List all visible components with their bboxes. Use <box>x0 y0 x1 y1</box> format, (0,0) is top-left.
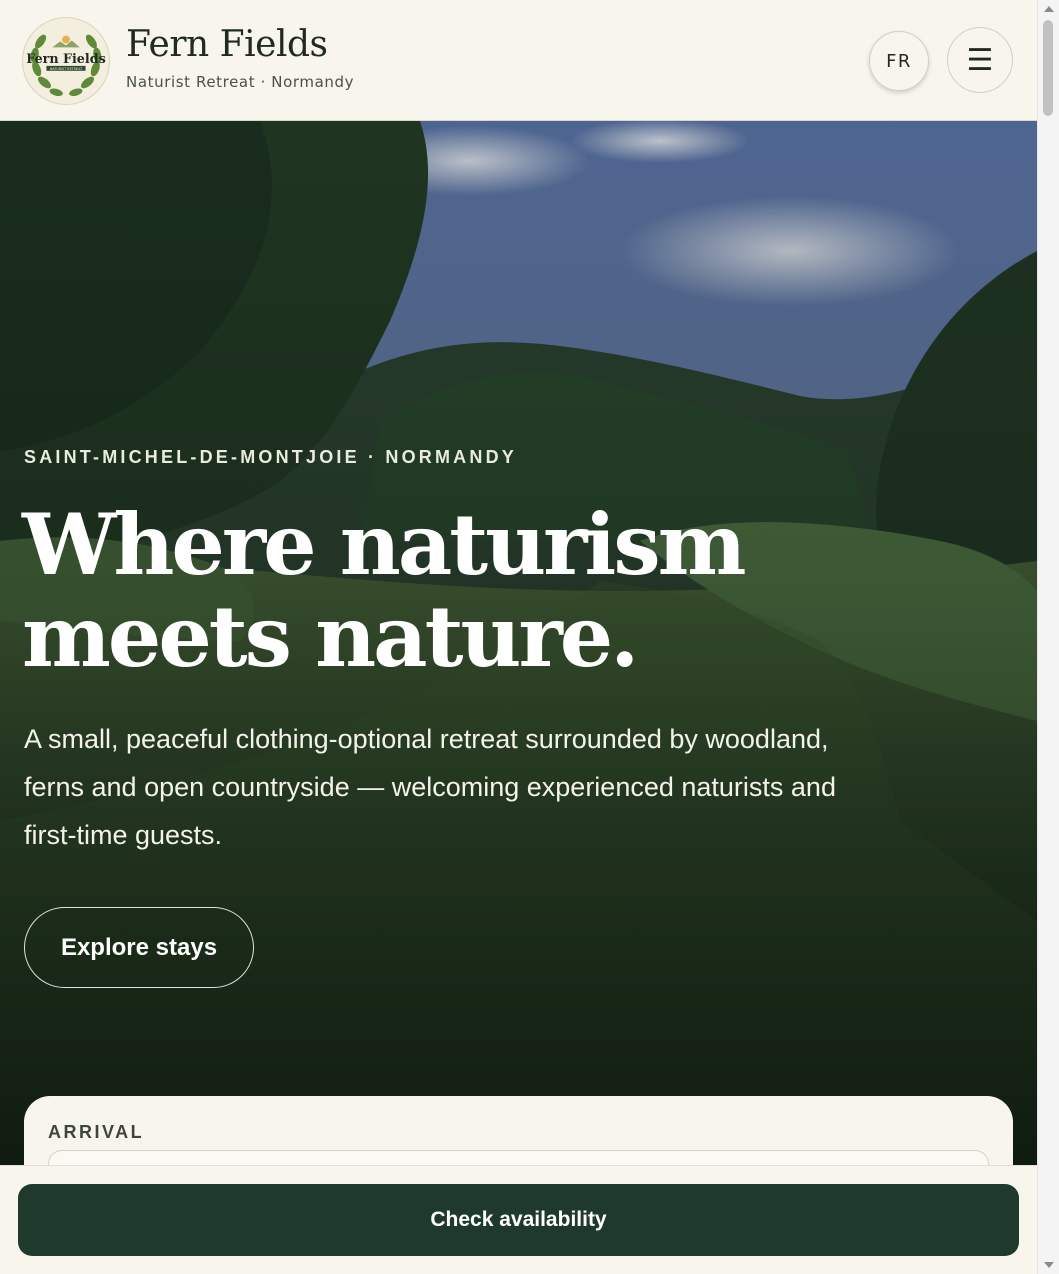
hero-headline: Where naturism meets nature. <box>22 499 842 683</box>
site-header: Fern Fields NATURIST RETREAT Fern Fields… <box>0 0 1037 121</box>
language-toggle-button[interactable]: FR <box>869 31 929 91</box>
hero-location-eyebrow: SAINT-MICHEL-DE-MONTJOIE · NORMANDY <box>24 447 517 467</box>
page-scrollbar[interactable] <box>1037 0 1059 1274</box>
check-availability-button[interactable]: Check availability <box>18 1184 1019 1256</box>
hero-section: SAINT-MICHEL-DE-MONTJOIE · NORMANDY Wher… <box>0 121 1037 1166</box>
logo-wordmark: Fern Fields <box>26 51 105 66</box>
brand-name[interactable]: Fern Fields <box>126 24 328 65</box>
menu-button[interactable]: ☰ <box>947 27 1013 93</box>
hero-description: A small, peaceful clothing-optional retr… <box>24 724 836 850</box>
scrollbar-thumb[interactable] <box>1043 20 1053 116</box>
hero-headline-line2: meets nature. <box>22 587 639 686</box>
sticky-booking-bar: Check availability <box>0 1165 1037 1274</box>
scroll-down-arrow-icon[interactable] <box>1044 1262 1054 1268</box>
brand-logo[interactable]: Fern Fields NATURIST RETREAT <box>22 17 110 105</box>
explore-stays-button[interactable]: Explore stays <box>24 907 254 988</box>
hero-headline-line1: Where naturism <box>22 495 747 594</box>
brand-subtitle: Naturist Retreat · Normandy <box>126 73 355 91</box>
logo-tagline: NATURIST RETREAT <box>50 67 83 71</box>
arrival-label: ARRIVAL <box>48 1122 145 1142</box>
hamburger-menu-icon: ☰ <box>966 42 994 78</box>
laurel-logo-icon: Fern Fields NATURIST RETREAT <box>23 18 109 104</box>
scroll-up-arrow-icon[interactable] <box>1044 6 1054 12</box>
